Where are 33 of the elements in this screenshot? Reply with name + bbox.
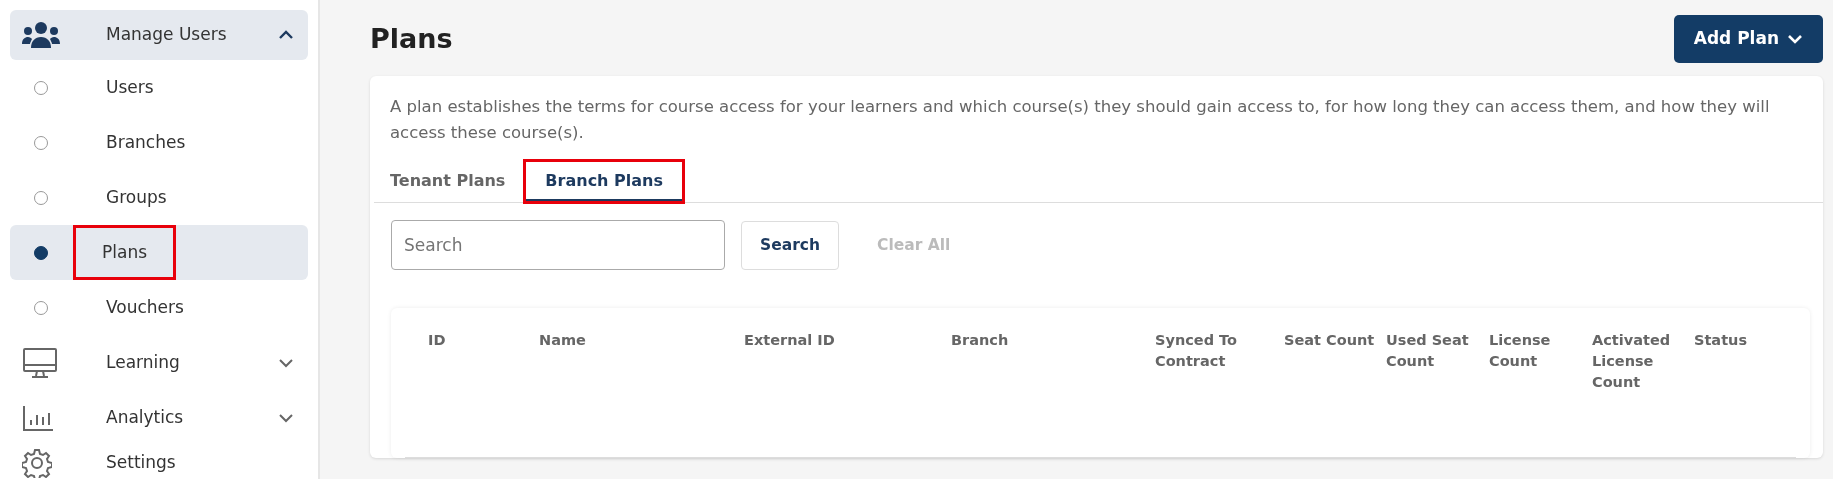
column-header: Branch (951, 331, 1010, 351)
sidebar-item[interactable]: Manage Users (10, 10, 308, 60)
monitor-icon (22, 346, 58, 379)
column-header: Seat Count (1284, 331, 1376, 351)
chevron-down-icon (278, 412, 294, 423)
chevron-up-icon (278, 30, 294, 40)
sidebar-item[interactable]: Users (98, 68, 162, 107)
chevron-down-icon (278, 357, 294, 368)
settings-icon (22, 448, 52, 478)
column-header: ID (428, 331, 447, 351)
sidebar-item[interactable]: Analytics (10, 390, 308, 445)
column-header: Used Seat Count (1386, 331, 1470, 372)
column-header: Name (539, 331, 587, 351)
column-header: Synced To Contract (1155, 331, 1238, 372)
column-header: License Count (1489, 331, 1552, 372)
tab[interactable]: Tenant Plans (390, 161, 526, 203)
sidebar-item[interactable]: Groups (98, 178, 175, 217)
sidebar-item[interactable]: Settings (10, 445, 308, 479)
tab[interactable]: Branch Plans (525, 161, 683, 203)
add-plan-button[interactable]: Add Plan (1673, 15, 1823, 63)
bar-chart-icon (22, 404, 54, 431)
column-header: Status (1694, 331, 1749, 351)
chevron-down-icon (1787, 34, 1803, 44)
sidebar-item[interactable]: Branches (98, 123, 194, 162)
page-title: Plans (370, 22, 453, 56)
users-icon (22, 21, 60, 49)
sidebar-item[interactable]: Vouchers (98, 288, 192, 327)
column-header: Activated License Count (1592, 331, 1672, 393)
search-button[interactable]: Search (741, 220, 839, 270)
column-header: External ID (744, 331, 836, 351)
description-text: A plan establishes the terms for course access for your learners and which course(s) they should gain access to, for how long they can access them, and how they will access these course(s). (389, 96, 1771, 144)
search-field[interactable]: Search (391, 220, 725, 271)
sidebar-item[interactable]: Learning (10, 335, 308, 390)
